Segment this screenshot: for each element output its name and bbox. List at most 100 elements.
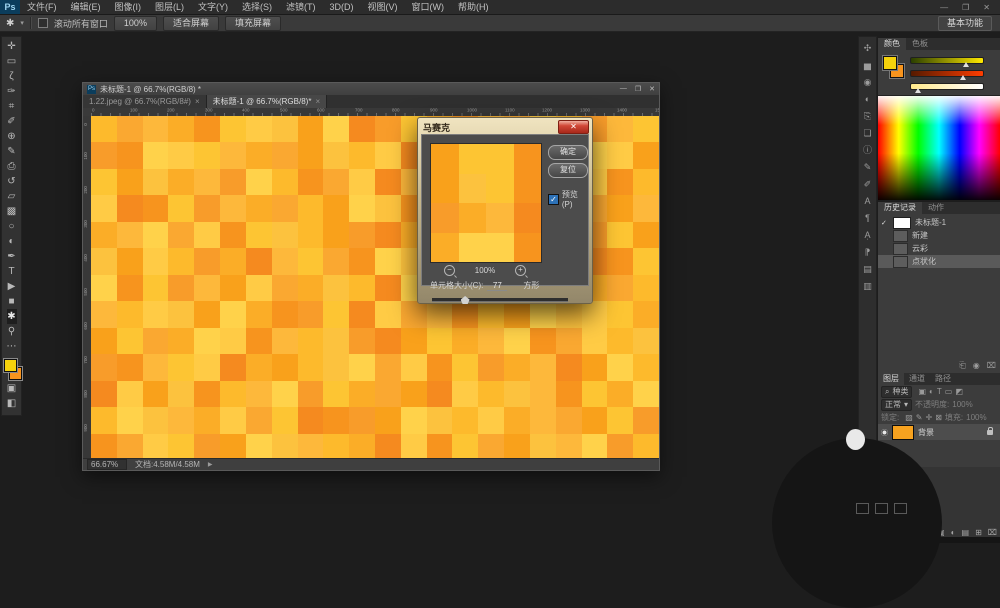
restore-icon[interactable]: ❐ bbox=[635, 85, 641, 93]
tab-close-icon[interactable]: × bbox=[195, 97, 200, 106]
minimize-icon[interactable]: — bbox=[620, 85, 627, 93]
status-options-arrow[interactable]: ▶ bbox=[208, 461, 213, 468]
quick-selection-tool-icon[interactable]: ✑ bbox=[7, 84, 17, 99]
menu-item[interactable]: 帮助(H) bbox=[451, 0, 496, 14]
foreground-color-swatch[interactable] bbox=[883, 56, 897, 70]
tab-close-icon[interactable]: × bbox=[315, 97, 320, 106]
new-group-icon[interactable]: ▤ bbox=[962, 528, 970, 537]
healing-brush-tool-icon[interactable]: ⊕ bbox=[7, 129, 17, 144]
delete-layer-icon[interactable]: ⌧ bbox=[988, 528, 997, 537]
history-state-row[interactable]: 点状化 bbox=[878, 255, 1000, 268]
crop-tool-icon[interactable]: ⌗ bbox=[7, 99, 17, 114]
eyedropper-tool-icon[interactable]: ✐ bbox=[7, 114, 17, 129]
color-spectrum-ramp[interactable] bbox=[878, 95, 1000, 200]
tab-swatches[interactable]: 色板 bbox=[906, 38, 934, 50]
blend-mode-dropdown[interactable]: 正常 ▾ bbox=[881, 399, 912, 411]
paragraph-panel-icon[interactable]: ¶ bbox=[859, 210, 876, 227]
clone-source-panel-icon[interactable]: ⎘ bbox=[859, 108, 876, 125]
menu-item[interactable]: 3D(D) bbox=[323, 0, 361, 14]
cell-size-input[interactable]: 77 bbox=[487, 281, 507, 291]
dialog-close-button[interactable]: ✕ bbox=[558, 120, 589, 134]
move-tool-icon[interactable]: ✛ bbox=[7, 39, 17, 54]
gradient-tool-icon[interactable]: ▩ bbox=[7, 204, 17, 219]
adjustment-layer-icon[interactable]: ◐ bbox=[951, 528, 956, 537]
opacity-value[interactable]: 100% bbox=[952, 400, 972, 409]
tab-color[interactable]: 颜色 bbox=[878, 38, 906, 50]
character-panel-icon[interactable]: A bbox=[859, 193, 876, 210]
filter-preview[interactable] bbox=[430, 143, 542, 263]
document-tab-untitled[interactable]: 未标题-1 @ 66.7%(RGB/8)* × bbox=[207, 95, 327, 108]
zoom-in-icon[interactable]: + bbox=[515, 265, 526, 276]
filter-adjustment-layers-icon[interactable]: ◐ bbox=[929, 387, 934, 396]
green-slider[interactable] bbox=[910, 67, 996, 80]
camera-raw-panel-icon[interactable]: ◉ bbox=[859, 74, 876, 91]
reset-button[interactable]: 复位 bbox=[548, 163, 588, 178]
lock-transparency-icon[interactable]: ▨ bbox=[905, 413, 913, 422]
path-selection-tool-icon[interactable]: ▶ bbox=[7, 279, 17, 294]
new-layer-icon[interactable]: ⊞ bbox=[975, 528, 982, 537]
menu-item[interactable]: 视图(V) bbox=[361, 0, 405, 14]
document-tab-jpeg[interactable]: 1.22.jpeg @ 66.7%(RGB/8#) × bbox=[83, 95, 207, 108]
layer-visibility-eye-icon[interactable] bbox=[881, 429, 888, 436]
lasso-tool-icon[interactable]: ζ bbox=[7, 69, 17, 84]
layer-row-background[interactable]: 背景 bbox=[878, 424, 1000, 440]
filter-shape-layers-icon[interactable]: ▭ bbox=[945, 387, 953, 396]
menu-item[interactable]: 窗口(W) bbox=[405, 0, 452, 14]
blur-tool-icon[interactable]: ○ bbox=[7, 219, 17, 234]
history-brush-tool-icon[interactable]: ↺ bbox=[7, 174, 17, 189]
close-icon[interactable]: ✕ bbox=[983, 3, 990, 12]
scroll-all-windows-checkbox[interactable] bbox=[38, 18, 48, 28]
zoom-100-button[interactable]: 100% bbox=[114, 16, 157, 31]
menu-item[interactable]: 编辑(E) bbox=[64, 0, 108, 14]
slider-thumb[interactable] bbox=[915, 88, 921, 93]
brush-presets-panel-icon[interactable]: ✐ bbox=[859, 176, 876, 193]
workspace-switcher-button[interactable]: 基本功能 bbox=[938, 16, 992, 31]
more-tools-icon[interactable]: ⋯ bbox=[7, 339, 17, 354]
minimize-icon[interactable]: — bbox=[940, 3, 948, 12]
shape-tool-icon[interactable]: ■ bbox=[7, 294, 17, 309]
screen-mode-icon[interactable]: ◧ bbox=[7, 396, 16, 411]
clone-stamp-tool-icon[interactable]: ⎙ bbox=[7, 159, 17, 174]
foreground-color-swatch[interactable] bbox=[4, 359, 17, 372]
blue-slider[interactable] bbox=[910, 80, 996, 93]
tab-actions[interactable]: 动作 bbox=[922, 202, 950, 214]
adjustments-panel-icon[interactable]: ✣ bbox=[859, 40, 876, 57]
document-titlebar[interactable]: Ps 未标题-1 @ 66.7%(RGB/8) * —❐✕ bbox=[83, 83, 659, 95]
layer-kind-dropdown[interactable]: ⌕ 种类 bbox=[881, 386, 912, 398]
hand-tool-option-icon[interactable]: ✱ bbox=[6, 18, 14, 29]
character-styles-panel-icon[interactable]: Ạ bbox=[859, 227, 876, 244]
dialog-titlebar[interactable]: 马赛克 ✕ bbox=[421, 120, 589, 134]
paragraph-styles-panel-icon[interactable]: ⁋ bbox=[859, 244, 876, 261]
lock-all-icon[interactable]: ⊠ bbox=[935, 413, 942, 422]
zoom-tool-icon[interactable]: ⚲ bbox=[7, 324, 17, 339]
marquee-tool-icon[interactable]: ▭ bbox=[7, 54, 17, 69]
filter-type-layers-icon[interactable]: T bbox=[937, 387, 942, 396]
zoom-out-icon[interactable]: − bbox=[444, 265, 455, 276]
history-state-row[interactable]: 云彩 bbox=[878, 242, 1000, 255]
tab-history[interactable]: 历史记录 bbox=[878, 202, 922, 214]
cell-size-slider[interactable] bbox=[432, 298, 568, 302]
menu-item[interactable]: 选择(S) bbox=[235, 0, 279, 14]
masks-panel-icon[interactable]: ◐ bbox=[859, 91, 876, 108]
fill-value[interactable]: 100% bbox=[966, 413, 986, 422]
fit-screen-button[interactable]: 适合屏幕 bbox=[163, 16, 219, 31]
history-state-row[interactable]: 新建 bbox=[878, 229, 1000, 242]
brush-tool-icon[interactable]: ✎ bbox=[7, 144, 17, 159]
filter-pixel-layers-icon[interactable]: ▣ bbox=[918, 387, 926, 396]
new-document-from-state-icon[interactable]: ⎗ bbox=[959, 361, 965, 371]
info-panel-icon[interactable]: ⓘ bbox=[859, 142, 876, 159]
preview-checkbox[interactable]: ✓ bbox=[548, 194, 559, 205]
close-icon[interactable]: ✕ bbox=[649, 85, 655, 93]
tab-paths[interactable]: 路径 bbox=[930, 373, 956, 385]
brush-panel-icon[interactable]: ✎ bbox=[859, 159, 876, 176]
tab-layers[interactable]: 图层 bbox=[878, 373, 904, 385]
menu-item[interactable]: 文件(F) bbox=[20, 0, 64, 14]
ok-button[interactable]: 确定 bbox=[548, 145, 588, 160]
type-tool-icon[interactable]: T bbox=[7, 264, 17, 279]
history-snapshot-row[interactable]: ✓未标题-1 bbox=[878, 216, 1000, 229]
notes-panel-icon[interactable]: ▥ bbox=[859, 278, 876, 295]
menu-item[interactable]: 滤镜(T) bbox=[279, 0, 323, 14]
styles-panel-icon[interactable]: ❏ bbox=[859, 125, 876, 142]
new-snapshot-icon[interactable]: ◉ bbox=[973, 361, 980, 371]
hand-tool-icon[interactable]: ✱ bbox=[7, 309, 17, 324]
